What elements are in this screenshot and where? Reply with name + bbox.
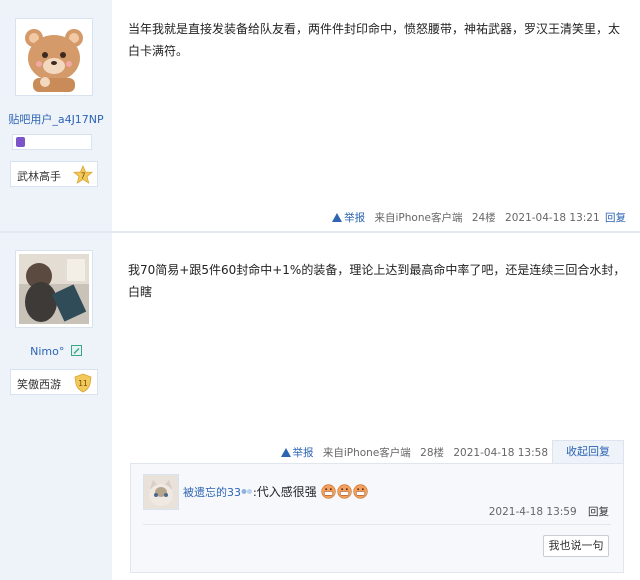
author-sidebar: Nimo° 笑傲西游 11 (0, 233, 112, 580)
grimace-emoji-icon (337, 484, 352, 499)
level-number: 11 (78, 379, 88, 388)
author-username[interactable]: 贴吧用户_a4J17NP (0, 111, 112, 127)
post-content: 我70简易+跟5件60封命中+1%的装备，理论上达到最高命中率了吧，还是连续三回… (128, 263, 626, 299)
sub-reply-reply-link[interactable]: 回复 (588, 506, 609, 518)
level-title: 武林高手 (17, 170, 61, 183)
user-tag-icon (241, 489, 252, 494)
bear-avatar-image (19, 22, 89, 92)
reply-separator (143, 524, 611, 525)
author-username[interactable]: Nimo° (0, 345, 112, 358)
reply-link[interactable]: 回复 (605, 212, 626, 224)
warning-icon (280, 448, 291, 457)
fold-replies-button[interactable]: 收起回复 (552, 440, 624, 464)
forum-level[interactable]: 笑傲西游 11 (10, 369, 98, 395)
report-link[interactable]: 举报 (280, 447, 314, 459)
sub-reply-username[interactable]: 被遗忘的33 (183, 486, 241, 499)
say-something-button[interactable]: 我也说一句 (543, 535, 609, 557)
source-text: 来自iPhone客户端 (322, 447, 411, 459)
level-shield-icon: 11 (74, 373, 92, 393)
sub-reply-panel: 被遗忘的33:代入感很强 2021-4-18 13:59 回复 我也说一句 (130, 463, 624, 573)
post-time: 2021-04-18 13:21 (505, 212, 600, 224)
edit-badge-icon (70, 345, 82, 356)
level-star-icon: 7 (73, 165, 93, 184)
badge-icon (16, 137, 25, 147)
floor-number: 28楼 (420, 447, 445, 459)
post-meta: 举报 来自iPhone客户端 24楼 2021-04-18 13:21 回复 (326, 210, 626, 225)
author-sidebar: 贴吧用户_a4J17NP 武林高手 7 (0, 0, 112, 232)
photo-avatar-image (19, 254, 89, 324)
sub-reply-text: 代入感很强 (256, 485, 317, 499)
grimace-emoji-icon (321, 484, 336, 499)
level-title: 笑傲西游 (17, 378, 61, 391)
sub-reply-content: 被遗忘的33:代入感很强 (183, 483, 368, 500)
sub-reply-avatar[interactable] (143, 474, 179, 510)
floor-number: 24楼 (471, 212, 496, 224)
report-link[interactable]: 举报 (332, 212, 365, 224)
level-number: 7 (80, 172, 85, 181)
sub-reply-meta: 2021-4-18 13:59 回复 (489, 504, 609, 519)
avatar[interactable] (15, 250, 93, 328)
forum-level[interactable]: 武林高手 7 (10, 161, 98, 187)
post-time: 2021-04-18 13:58 (453, 447, 548, 459)
post-floor-24: 贴吧用户_a4J17NP 武林高手 7 当年我就是直接发装备给队友看，两件件封印… (0, 0, 640, 232)
avatar[interactable] (15, 18, 93, 96)
sub-reply-time: 2021-4-18 13:59 (488, 506, 577, 518)
source-text: 来自iPhone客户端 (374, 212, 463, 224)
post-content: 当年我就是直接发装备给队友看，两件件封印命中，愤怒腰带，神祐武器，罗汉王清笑里，… (128, 22, 621, 58)
warning-icon (332, 213, 343, 222)
post-meta: 举报 来自iPhone客户端 28楼 2021-04-18 13:58 (275, 445, 548, 460)
grimace-emoji-icon (353, 484, 368, 499)
member-badge[interactable] (12, 134, 92, 150)
